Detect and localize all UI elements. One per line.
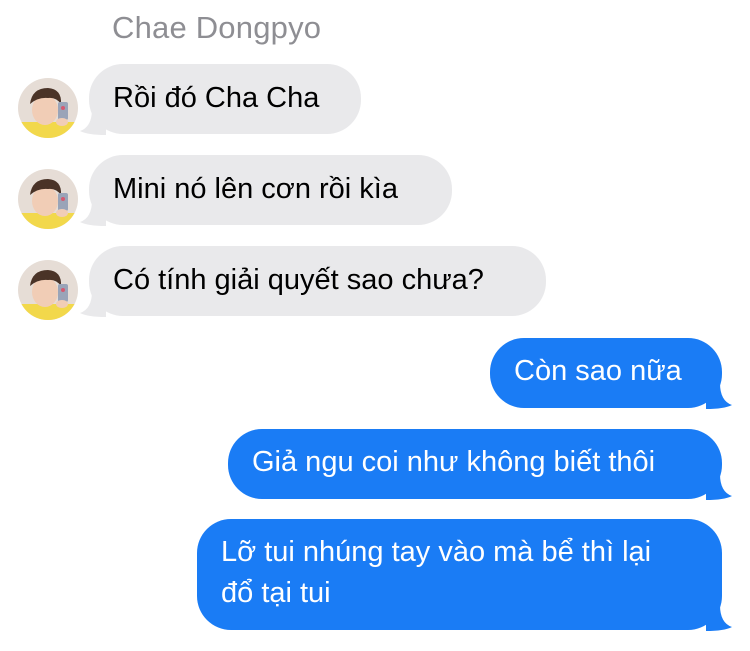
message-text: Rồi đó Cha Cha <box>113 82 320 114</box>
incoming-bubble[interactable]: Mini nó lên cơn rồi kìa <box>80 155 452 226</box>
message-text: Còn sao nữa <box>514 355 682 387</box>
avatar-photo-icon <box>18 78 78 138</box>
bubble-tail-icon <box>706 605 732 631</box>
incoming-bubble[interactable]: Có tính giải quyết sao chưa? <box>80 246 546 317</box>
contact-avatar[interactable] <box>18 169 78 229</box>
incoming-bubble[interactable]: Rồi đó Cha Cha <box>80 64 361 135</box>
message-text-line: đổ tại tui <box>221 577 331 609</box>
message-text: Có tính giải quyết sao chưa? <box>113 264 484 296</box>
avatar-photo-icon <box>18 260 78 320</box>
avatar-photo-icon <box>18 169 78 229</box>
message-text-line: Lỡ tui nhúng tay vào mà bể thì lại <box>221 536 652 568</box>
message-text: Giả ngu coi như không biết thôi <box>252 446 656 478</box>
contact-avatar[interactable] <box>18 260 78 320</box>
bubble-tail-icon <box>706 474 732 500</box>
outgoing-bubble[interactable]: Còn sao nữa <box>490 338 732 409</box>
contact-avatar[interactable] <box>18 78 78 138</box>
message-text: Mini nó lên cơn rồi kìa <box>113 173 398 205</box>
bubble-tail-icon <box>80 200 106 226</box>
outgoing-bubble[interactable]: Giả ngu coi như không biết thôi <box>228 429 732 500</box>
outgoing-bubble[interactable]: Lỡ tui nhúng tay vào mà bể thì lại đổ tạ… <box>197 519 732 631</box>
bubble-tail-icon <box>80 291 106 317</box>
bubble-tail-icon <box>706 383 732 409</box>
sender-name: Chae Dongpyo <box>112 10 322 45</box>
bubble-tail-icon <box>80 109 106 135</box>
